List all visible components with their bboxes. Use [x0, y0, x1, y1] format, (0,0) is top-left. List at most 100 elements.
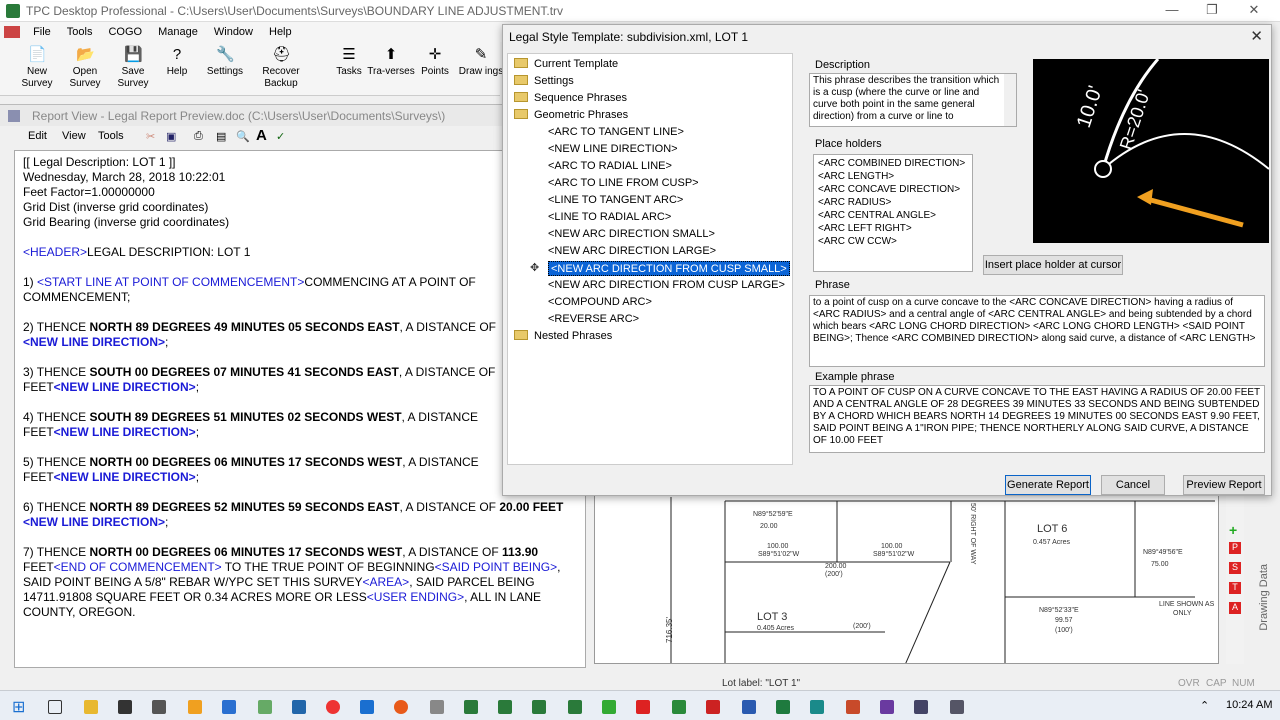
- system-tray-icon[interactable]: ⌃: [1200, 699, 1209, 712]
- placeholder-item[interactable]: <ARC RADIUS>: [818, 197, 891, 208]
- tree-phrase-item[interactable]: <ARC TO LINE FROM CUSP>: [548, 176, 699, 191]
- powerpoint-icon[interactable]: [846, 700, 860, 714]
- taskbar-app-icon[interactable]: [914, 700, 928, 714]
- description-box[interactable]: This phrase describes the transition whi…: [809, 73, 1017, 127]
- task-view-icon[interactable]: [48, 700, 62, 714]
- taskbar-app-icon[interactable]: [532, 700, 546, 714]
- report-menu-edit[interactable]: Edit: [28, 130, 47, 142]
- insert-placeholder-button[interactable]: Insert place holder at cursor: [983, 255, 1123, 275]
- taskbar-app-icon[interactable]: [568, 700, 582, 714]
- example-phrase-label: Example phrase: [815, 371, 895, 383]
- tree-folder-settings[interactable]: Settings: [514, 74, 574, 89]
- menu-help[interactable]: Help: [261, 22, 300, 38]
- chrome-icon[interactable]: [326, 700, 340, 714]
- close-icon[interactable]: ✕: [1236, 2, 1272, 20]
- tree-folder-sequence-phrases[interactable]: Sequence Phrases: [514, 91, 627, 106]
- open-survey-button[interactable]: 📂 Open Survey: [60, 46, 110, 90]
- tree-phrase-item[interactable]: <COMPOUND ARC>: [548, 295, 652, 310]
- dialog-close-icon[interactable]: ✕: [1250, 27, 1263, 45]
- drawing-data-tab[interactable]: Drawing Data: [1255, 560, 1277, 670]
- p-tool-icon[interactable]: P: [1229, 542, 1241, 554]
- placeholder-item[interactable]: <ARC LEFT RIGHT>: [818, 223, 912, 234]
- save-icon[interactable]: ▣: [166, 130, 176, 143]
- tree-phrase-item[interactable]: <NEW ARC DIRECTION LARGE>: [548, 244, 716, 259]
- windows-start-icon[interactable]: ⊞: [12, 697, 25, 717]
- tree-phrase-item[interactable]: <LINE TO RADIAL ARC>: [548, 210, 671, 225]
- publisher-icon[interactable]: [810, 700, 824, 714]
- print-preview-icon[interactable]: ▤: [216, 130, 226, 143]
- taskbar-app-icon[interactable]: [292, 700, 306, 714]
- taskbar-app-icon[interactable]: [880, 700, 894, 714]
- menu-tools[interactable]: Tools: [59, 22, 101, 38]
- new-survey-button[interactable]: 📄 New Survey: [12, 46, 62, 90]
- report-menu-view[interactable]: View: [62, 130, 86, 142]
- taskbar-app-icon[interactable]: [430, 700, 444, 714]
- report-document[interactable]: [[ Legal Description: LOT 1 ]] Wednesday,…: [14, 150, 586, 668]
- taskbar-app-icon[interactable]: [602, 700, 616, 714]
- placeholder-item[interactable]: <ARC CONCAVE DIRECTION>: [818, 184, 960, 195]
- s-tool-icon[interactable]: S: [1229, 562, 1241, 574]
- word-icon[interactable]: [742, 700, 756, 714]
- taskbar-app-icon[interactable]: [152, 700, 166, 714]
- edge-icon[interactable]: [360, 700, 374, 714]
- description-text: This phrase describes the transition whi…: [813, 75, 1000, 122]
- placeholders-list[interactable]: <ARC COMBINED DIRECTION> <ARC LENGTH> <ARC…: [813, 154, 973, 272]
- taskbar-app-icon[interactable]: [706, 700, 720, 714]
- points-button[interactable]: ✛ Points: [410, 46, 460, 78]
- phrase-tree[interactable]: Current Template Settings Sequence Phrases…: [507, 53, 793, 465]
- taskbar-app-icon[interactable]: [222, 700, 236, 714]
- tree-phrase-item[interactable]: <NEW ARC DIRECTION SMALL>: [548, 227, 715, 242]
- zoom-icon[interactable]: 🔍: [236, 130, 250, 143]
- file-explorer-icon[interactable]: [84, 700, 98, 714]
- placeholder-item[interactable]: <ARC CENTRAL ANGLE>: [818, 210, 936, 221]
- taskbar-app-icon[interactable]: [950, 700, 964, 714]
- tree-folder-nested-phrases[interactable]: Nested Phrases: [514, 329, 612, 344]
- placeholder-item[interactable]: <ARC LENGTH>: [818, 171, 894, 182]
- store-icon[interactable]: [118, 700, 132, 714]
- taskbar-app-icon[interactable]: [188, 700, 202, 714]
- tree-phrase-item[interactable]: <LINE TO TANGENT ARC>: [548, 193, 683, 208]
- spellcheck-icon[interactable]: ✓: [276, 130, 285, 143]
- firefox-icon[interactable]: [394, 700, 408, 714]
- font-icon[interactable]: A: [256, 127, 267, 144]
- phrase-editor[interactable]: to a point of cusp on a curve concave to…: [809, 295, 1265, 367]
- tree-phrase-item[interactable]: <NEW LINE DIRECTION>: [548, 142, 678, 157]
- tree-phrase-item[interactable]: <ARC TO RADIAL LINE>: [548, 159, 672, 174]
- menu-file[interactable]: File: [25, 22, 59, 38]
- placeholder-item[interactable]: <ARC CW CCW>: [818, 236, 897, 247]
- print-icon[interactable]: ⎙: [194, 130, 203, 143]
- drawings-button[interactable]: ✎ Draw ings: [456, 46, 506, 78]
- a-tool-icon[interactable]: A: [1229, 602, 1241, 614]
- report-menu-tools[interactable]: Tools: [98, 130, 124, 142]
- taskbar-app-icon[interactable]: [498, 700, 512, 714]
- menu-cogo[interactable]: COGO: [100, 22, 150, 38]
- menu-manage[interactable]: Manage: [150, 22, 206, 38]
- tree-phrase-item[interactable]: <ARC TO TANGENT LINE>: [548, 125, 684, 140]
- traverses-button[interactable]: ⬆ Tra-verses: [366, 46, 416, 78]
- tree-phrase-item[interactable]: <NEW ARC DIRECTION FROM CUSP SMALL>: [548, 261, 790, 276]
- tree-phrase-item[interactable]: <NEW ARC DIRECTION FROM CUSP LARGE>: [548, 278, 785, 293]
- description-scrollbar[interactable]: [1004, 74, 1016, 126]
- taskbar-app-icon[interactable]: [258, 700, 272, 714]
- placeholder-item[interactable]: <ARC COMBINED DIRECTION>: [818, 158, 965, 169]
- help-button[interactable]: ? Help: [152, 46, 202, 78]
- cancel-button[interactable]: Cancel: [1101, 475, 1165, 495]
- taskbar-app-icon[interactable]: [672, 700, 686, 714]
- cut-icon[interactable]: ✂: [146, 130, 155, 143]
- tree-folder-geometric-phrases[interactable]: Geometric Phrases: [514, 108, 628, 123]
- tpc-app-icon[interactable]: [464, 700, 478, 714]
- add-icon[interactable]: +: [1229, 522, 1237, 538]
- tree-phrase-item[interactable]: <REVERSE ARC>: [548, 312, 639, 327]
- restore-icon[interactable]: ❐: [1194, 2, 1230, 20]
- t-tool-icon[interactable]: T: [1229, 582, 1241, 594]
- tree-folder-current-template[interactable]: Current Template: [514, 57, 618, 72]
- generate-report-button[interactable]: Generate Report: [1005, 475, 1091, 495]
- preview-report-button[interactable]: Preview Report: [1183, 475, 1265, 495]
- recover-backup-button[interactable]: ⛑ Recover Backup: [256, 46, 306, 90]
- taskbar-app-icon[interactable]: [636, 700, 650, 714]
- save-survey-button[interactable]: 💾 Save Survey: [108, 46, 158, 90]
- menu-window[interactable]: Window: [206, 22, 261, 38]
- excel-icon[interactable]: [776, 700, 790, 714]
- settings-button[interactable]: 🔧 Settings: [200, 46, 250, 78]
- minimize-icon[interactable]: —: [1154, 2, 1190, 20]
